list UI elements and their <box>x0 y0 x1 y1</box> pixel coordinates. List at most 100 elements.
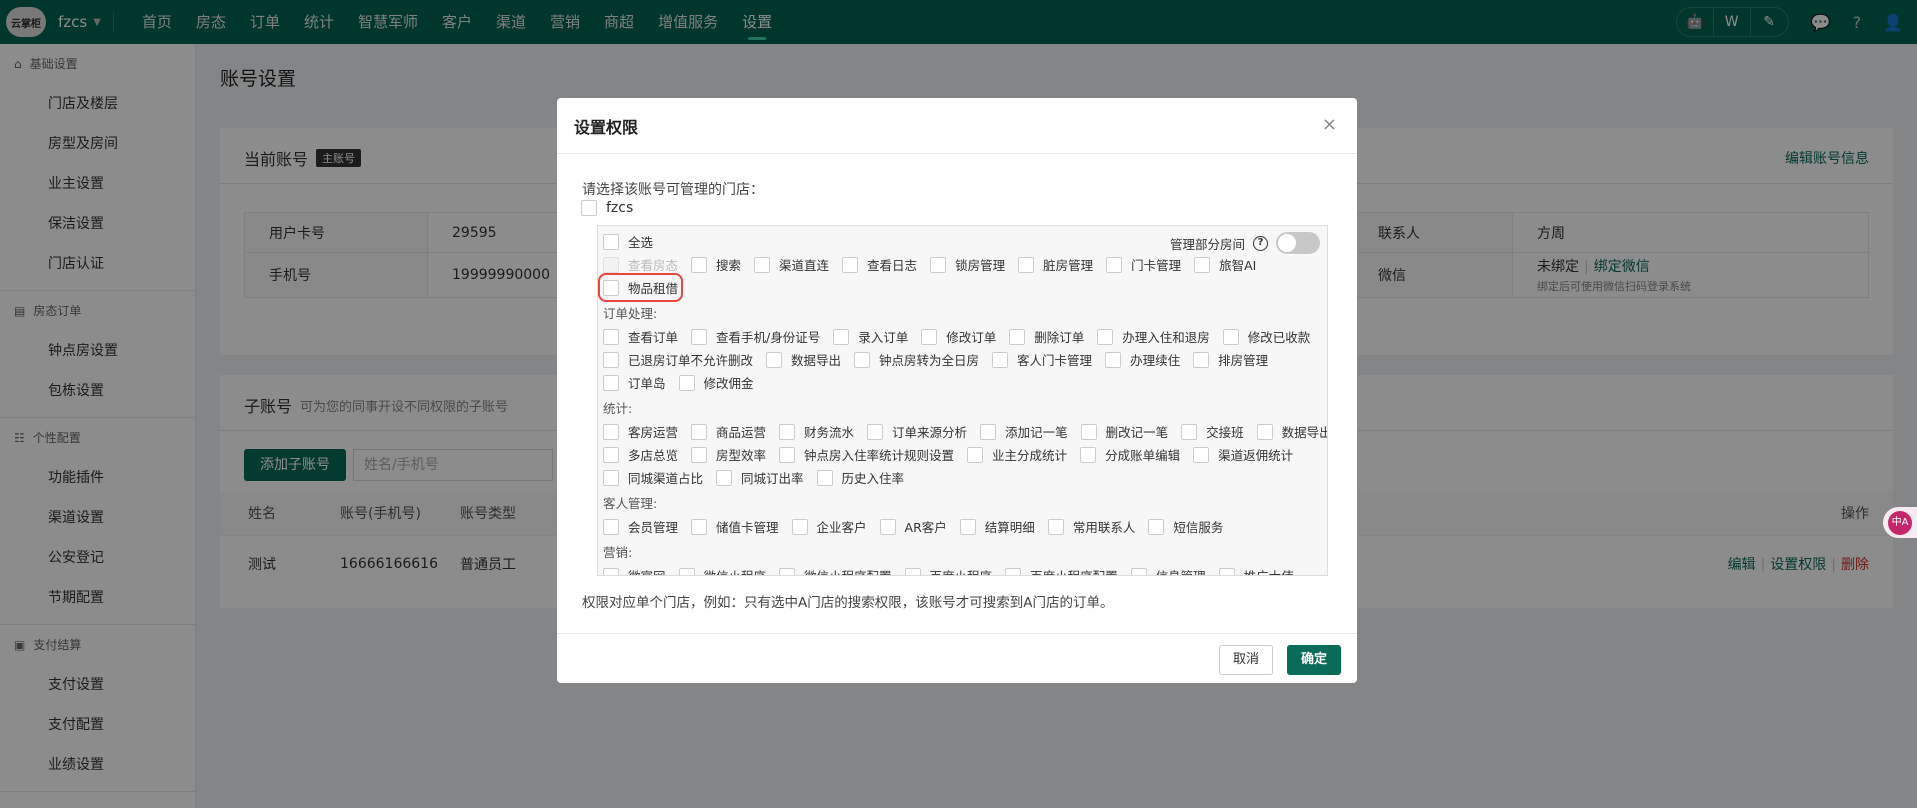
permission-checkbox[interactable]: 信息管理 <box>1130 566 1206 575</box>
permission-checkbox[interactable]: 微信小程序配置 <box>779 566 892 575</box>
checkbox[interactable] <box>1105 351 1122 368</box>
permission-checkbox[interactable]: 添加记一笔 <box>980 422 1068 441</box>
permission-checkbox[interactable]: 同城订出率 <box>716 468 804 487</box>
permission-checkbox[interactable]: 脏房管理 <box>1018 255 1093 274</box>
permission-checkbox[interactable]: 查看订单 <box>603 327 678 346</box>
cancel-button[interactable]: 取消 <box>1218 645 1273 675</box>
checkbox[interactable] <box>959 518 976 535</box>
permission-checkbox[interactable]: 同城渠道占比 <box>603 468 703 487</box>
checkbox[interactable] <box>1218 567 1235 575</box>
checkbox[interactable] <box>603 328 619 345</box>
checkbox[interactable] <box>1194 256 1211 273</box>
checkbox[interactable] <box>879 518 896 535</box>
permission-checkbox[interactable]: 查看日志 <box>842 255 917 274</box>
permission-checkbox[interactable]: 数据导出 <box>1256 422 1327 441</box>
checkbox[interactable] <box>1130 567 1147 575</box>
checkbox[interactable] <box>1097 328 1114 345</box>
checkbox[interactable] <box>1256 423 1273 440</box>
permission-checkbox[interactable]: 锁房管理 <box>930 255 1005 274</box>
permission-checkbox[interactable]: 渠道返佣统计 <box>1193 445 1293 464</box>
permission-checkbox[interactable]: 办理入住和退房 <box>1097 327 1210 346</box>
checkbox[interactable] <box>691 256 708 273</box>
permission-checkbox[interactable]: 会员管理 <box>603 517 678 536</box>
permission-checkbox[interactable]: 搜索 <box>691 255 741 274</box>
checkbox[interactable] <box>867 423 884 440</box>
checkbox[interactable] <box>603 469 619 486</box>
permission-checkbox[interactable]: 查看手机/身份证号 <box>691 327 820 346</box>
permission-checkbox[interactable]: 多店总览 <box>603 445 678 464</box>
permission-checkbox[interactable]: 删改记一笔 <box>1080 422 1168 441</box>
permission-checkbox[interactable]: 储值卡管理 <box>691 517 779 536</box>
checkbox[interactable] <box>1018 256 1035 273</box>
permission-checkbox[interactable]: 录入订单 <box>833 327 908 346</box>
translate-button[interactable]: 中A <box>1883 507 1917 538</box>
permission-checkbox[interactable]: 业主分成统计 <box>967 445 1067 464</box>
checkbox[interactable] <box>603 446 619 463</box>
checkbox[interactable] <box>921 328 938 345</box>
checkbox[interactable] <box>930 256 947 273</box>
checkbox[interactable] <box>816 469 833 486</box>
checkbox[interactable] <box>992 351 1009 368</box>
permission-checkbox[interactable]: 排房管理 <box>1193 350 1268 369</box>
checkbox[interactable] <box>603 374 619 391</box>
permission-checkbox[interactable]: 删除订单 <box>1009 327 1084 346</box>
checkbox[interactable] <box>603 423 619 440</box>
permission-checkbox[interactable]: 修改佣金 <box>678 373 754 392</box>
permission-checkbox[interactable]: 商品运营 <box>691 422 766 441</box>
checkbox[interactable] <box>779 423 796 440</box>
checkbox[interactable] <box>691 446 708 463</box>
checkbox[interactable] <box>678 374 695 391</box>
checkbox[interactable] <box>1193 446 1210 463</box>
permission-checkbox[interactable]: 订单来源分析 <box>867 422 967 441</box>
checkbox[interactable] <box>691 423 708 440</box>
permission-checkbox[interactable]: 客房运营 <box>603 422 678 441</box>
permission-checkbox[interactable]: 短信服务 <box>1148 517 1223 536</box>
permission-checkbox[interactable]: 百度小程序 <box>904 566 992 575</box>
checkbox[interactable] <box>779 446 796 463</box>
checkbox[interactable] <box>581 200 597 216</box>
permission-checkbox[interactable]: 渠道直连 <box>754 255 829 274</box>
permission-checkbox[interactable]: 门卡管理 <box>1106 255 1181 274</box>
close-icon[interactable]: × <box>1322 114 1337 135</box>
permission-checkbox[interactable]: 常用联系人 <box>1047 517 1135 536</box>
checkbox[interactable] <box>1047 518 1064 535</box>
checkbox[interactable] <box>716 469 733 486</box>
checkbox[interactable] <box>603 279 619 296</box>
checkbox[interactable] <box>603 567 619 575</box>
permission-checkbox[interactable]: 物品租借 <box>598 273 684 302</box>
permission-checkbox[interactable]: 已退房订单不允许删改 <box>603 350 753 369</box>
confirm-button[interactable]: 确定 <box>1286 645 1341 675</box>
checkbox[interactable] <box>678 567 695 575</box>
checkbox[interactable] <box>967 446 984 463</box>
permission-checkbox[interactable]: 结算明细 <box>959 517 1035 536</box>
permission-list[interactable]: 全选 管理部分房间? 查看房态 搜索 渠道直连 查看日志 锁房管理 脏房管理 门卡管理 旅智AI 物… <box>597 225 1328 576</box>
checkbox[interactable] <box>779 567 796 575</box>
checkbox[interactable] <box>754 256 771 273</box>
permission-checkbox[interactable]: 办理续住 <box>1105 350 1180 369</box>
checkbox[interactable] <box>904 567 921 575</box>
permission-checkbox[interactable]: 旅智AI <box>1194 255 1256 274</box>
permission-checkbox[interactable]: 百度小程序配置 <box>1005 566 1118 575</box>
permission-checkbox[interactable]: 房型效率 <box>691 445 766 464</box>
permission-checkbox[interactable]: 修改已收款 <box>1222 327 1310 346</box>
permission-checkbox[interactable]: 钟点房入住率统计规则设置 <box>779 445 954 464</box>
checkbox[interactable] <box>1080 423 1097 440</box>
manage-rooms-toggle[interactable] <box>1276 232 1320 254</box>
permission-checkbox[interactable]: 历史入住率 <box>816 468 904 487</box>
permission-checkbox[interactable]: 全选 <box>603 232 653 251</box>
checkbox[interactable] <box>691 328 708 345</box>
checkbox[interactable] <box>603 518 619 535</box>
permission-checkbox[interactable]: 分成账单编辑 <box>1080 445 1180 464</box>
checkbox[interactable] <box>980 423 997 440</box>
permission-checkbox[interactable]: 订单岛 <box>603 373 666 392</box>
permission-checkbox[interactable]: 财务流水 <box>779 422 854 441</box>
permission-checkbox[interactable]: AR客户 <box>879 517 947 536</box>
permission-checkbox[interactable]: 修改订单 <box>921 327 996 346</box>
checkbox[interactable] <box>1106 256 1123 273</box>
permission-checkbox[interactable]: 推广大使 <box>1218 566 1294 575</box>
checkbox[interactable] <box>1009 328 1026 345</box>
checkbox[interactable] <box>1222 328 1239 345</box>
permission-checkbox[interactable]: 微信小程序 <box>678 566 766 575</box>
checkbox[interactable] <box>766 351 783 368</box>
checkbox[interactable] <box>842 256 859 273</box>
